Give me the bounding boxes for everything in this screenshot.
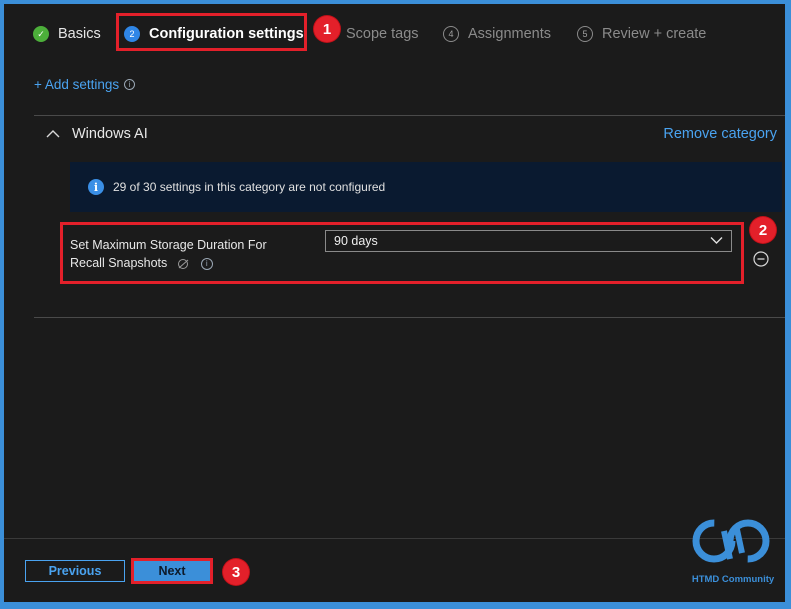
step-label: Review + create <box>602 26 707 42</box>
category-header: Windows AI Remove category <box>34 116 785 156</box>
remove-setting-icon[interactable] <box>753 251 769 267</box>
previous-button[interactable]: Previous <box>25 560 125 582</box>
footer-divider <box>4 538 785 539</box>
step-number: 4 <box>443 26 459 42</box>
info-banner-text: 29 of 30 settings in this category are n… <box>113 180 386 194</box>
info-icon[interactable]: i <box>200 257 213 270</box>
logo-text: HTMD Community <box>691 574 775 585</box>
add-settings-link[interactable]: + Add settings i <box>34 77 136 92</box>
annotation-badge-3: 3 <box>223 559 249 585</box>
step-label: Scope tags <box>346 26 419 42</box>
annotation-badge-2: 2 <box>750 217 776 243</box>
info-banner: i 29 of 30 settings in this category are… <box>70 162 782 212</box>
highlight-box-config <box>116 13 307 51</box>
chevron-down-icon <box>710 237 723 244</box>
dropdown-value: 90 days <box>334 234 378 248</box>
sync-icon <box>177 258 189 269</box>
storage-duration-dropdown[interactable]: 90 days <box>325 230 732 252</box>
step-review-create[interactable]: 5 Review + create <box>577 23 706 45</box>
setting-label: Set Maximum Storage Duration For Recall … <box>70 236 310 272</box>
annotation-badge-1: 1 <box>314 16 340 42</box>
step-basics[interactable]: ✓ Basics <box>33 23 101 45</box>
info-icon: i <box>88 179 104 195</box>
info-icon[interactable]: i <box>124 79 136 90</box>
step-label: Assignments <box>468 26 552 42</box>
step-assignments[interactable]: 4 Assignments <box>443 23 551 45</box>
setting-label-icons: i <box>177 257 213 270</box>
setting-label-line2-wrap: Recall Snapshots i <box>70 254 310 272</box>
step-scope-tags[interactable]: Scope tags <box>346 23 419 45</box>
divider <box>34 317 785 318</box>
setting-label-line2: Recall Snapshots <box>70 256 168 270</box>
app-frame: ✓ Basics 2 Configuration settings Scope … <box>4 4 785 602</box>
next-button[interactable]: Next <box>131 558 213 584</box>
step-number: 5 <box>577 26 593 42</box>
step-label: Basics <box>58 26 101 42</box>
category-title: Windows AI <box>72 126 148 142</box>
remove-category-link[interactable]: Remove category <box>663 126 777 142</box>
checkmark-icon: ✓ <box>33 26 49 42</box>
htmd-logo: HTMD Community <box>686 519 780 589</box>
add-settings-label: + Add settings <box>34 77 120 92</box>
chevron-up-icon[interactable] <box>46 129 60 139</box>
htmd-logo-icon <box>692 519 770 563</box>
setting-label-line1: Set Maximum Storage Duration For <box>70 238 267 252</box>
